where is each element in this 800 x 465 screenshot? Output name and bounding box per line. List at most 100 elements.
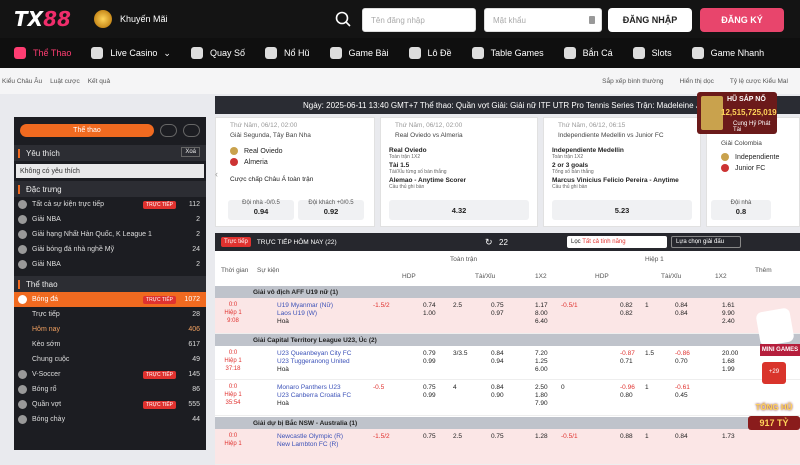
nav-lode[interactable]: Lô Đề <box>399 38 462 68</box>
featured-card[interactable]: Thứ Năm, 06/12, 02:00 Giải Segunda, Tây … <box>215 117 375 227</box>
username-input[interactable]: Tên đăng nhập <box>362 8 476 32</box>
search-icon[interactable] <box>334 10 352 28</box>
brand-logo[interactable]: TX 88 <box>14 7 71 31</box>
odds-cell[interactable]: 1.00 <box>423 310 436 317</box>
odds-cell[interactable]: 4 <box>453 384 457 391</box>
odds-cell[interactable]: 0.84 <box>491 350 504 357</box>
nav-slots-jackpot[interactable]: Nổ Hũ <box>255 38 320 68</box>
league-row[interactable]: Giải Capital Territory League U23, Úc (2… <box>215 334 800 346</box>
sidebar-item[interactable]: Tất cả sự kiện trực tiếp TRỰC TIẾP 112 <box>14 197 206 212</box>
match-row[interactable]: 0:0 Hiệp 1 Newcastle Olympic (R) New Lambto… <box>215 429 800 465</box>
odds-cell[interactable]: 7.20 <box>535 350 548 357</box>
odds-button[interactable]: Đội khách +0/0.5 0.92 <box>298 200 364 220</box>
odds-button[interactable]: Đội nhà 0.8 <box>711 200 771 220</box>
odds-cell[interactable]: 1.28 <box>535 433 548 440</box>
mini-games-widget[interactable]: MINI GAMES +29 TỔNG HŨ 917 TỶ <box>748 298 800 450</box>
odds-cell[interactable]: 0.82 <box>620 310 633 317</box>
sidebar-sport-item[interactable]: Hôm nay 406 <box>14 322 206 337</box>
betslip-icon[interactable] <box>160 124 177 137</box>
odds-cell[interactable]: 2.50 <box>535 384 548 391</box>
odds-cell[interactable]: 7.90 <box>535 400 548 407</box>
odds-cell[interactable]: 0.70 <box>675 358 688 365</box>
nav-slots[interactable]: Slots <box>623 38 682 68</box>
league-filter-select[interactable]: Lọc Tất cả tính năng <box>567 236 667 248</box>
odds-cell[interactable]: 1.61 <box>722 302 735 309</box>
league-row[interactable]: Giải dự bị Bắc NSW - Australia (1) <box>215 417 800 429</box>
odds-cell[interactable]: -0.61 <box>675 384 690 391</box>
sidebar-sport-item[interactable]: Bóng đá TRỰC TIẾP 1072 <box>14 292 206 307</box>
sidebar-sport-item[interactable]: Quần vợt TRỰC TIẾP 555 <box>14 397 206 412</box>
odds-cell[interactable]: 6.00 <box>535 366 548 373</box>
display-select[interactable]: Hiển thị dọc <box>680 78 714 85</box>
odds-cell[interactable]: 0.82 <box>620 302 633 309</box>
rules-link[interactable]: Luật cược <box>50 78 80 85</box>
odds-cell[interactable]: 1.25 <box>535 358 548 365</box>
odds-cell[interactable]: 0.84 <box>675 302 688 309</box>
nav-lottery[interactable]: Quay Số <box>181 38 255 68</box>
nav-quick-games[interactable]: Game Nhanh <box>682 38 775 68</box>
odds-cell[interactable]: -0.87 <box>620 350 635 357</box>
nav-fishing[interactable]: Bắn Cá <box>554 38 623 68</box>
odds-type-link[interactable]: Kiểu Châu Âu <box>2 78 42 85</box>
odds-cell[interactable]: 0.99 <box>423 358 436 365</box>
odds-cell[interactable]: 6.40 <box>535 318 548 325</box>
jackpot-widget[interactable]: HŨ SẮP NỔ 12,515,725,019 Cung Hỷ Phát Tà… <box>697 92 777 134</box>
odds-cell[interactable]: 2.40 <box>722 318 735 325</box>
odds-cell[interactable]: -0.5 <box>373 384 384 391</box>
odds-cell[interactable]: 0.75 <box>423 384 436 391</box>
odds-cell[interactable]: 0.74 <box>423 302 436 309</box>
match-row[interactable]: 0:0 Hiệp 1 35:54 Monaro Panthers U23 U23 Can… <box>215 380 800 416</box>
odds-cell[interactable]: 9.90 <box>722 310 735 317</box>
odds-cell[interactable]: 0.79 <box>423 350 436 357</box>
odds-cell[interactable]: 1 <box>645 384 649 391</box>
odds-cell[interactable]: 0.84 <box>675 310 688 317</box>
sidebar-item[interactable]: Giải hạng Nhất Hàn Quốc, K League 1 2 <box>14 227 206 242</box>
odds-cell[interactable]: 0.84 <box>491 384 504 391</box>
odds-button[interactable]: 4.32 <box>389 200 529 220</box>
odds-cell[interactable]: 8.00 <box>535 310 548 317</box>
odds-cell[interactable]: -1.5/2 <box>373 302 390 309</box>
sidebar-item[interactable]: Giải NBA 2 <box>14 212 206 227</box>
odds-cell[interactable]: 0.99 <box>423 392 436 399</box>
password-input[interactable]: Mật khẩu <box>484 8 602 32</box>
odds-cell[interactable]: 1.73 <box>722 433 735 440</box>
odds-button[interactable]: Đội nhà -0/0.5 0.94 <box>228 200 294 220</box>
odds-cell[interactable]: -0.96 <box>620 384 635 391</box>
odds-cell[interactable]: 1.80 <box>535 392 548 399</box>
nav-sports[interactable]: Thể Thao <box>0 38 81 68</box>
choose-league-button[interactable]: Lựa chọn giải đấu <box>671 236 741 248</box>
odds-cell[interactable]: -0.5/1 <box>561 433 578 440</box>
odds-cell[interactable]: 1 <box>645 302 649 309</box>
sidebar-sport-item[interactable]: V-Soccer TRỰC TIẾP 145 <box>14 367 206 382</box>
odds-cell[interactable]: 0.71 <box>620 358 633 365</box>
odds-cell[interactable]: 1 <box>645 433 649 440</box>
sidebar-item[interactable]: Giải bóng đá nhà nghề Mỹ 24 <box>14 242 206 257</box>
odds-cell[interactable]: 0 <box>561 384 565 391</box>
league-row[interactable]: Giải vô địch AFF U19 nữ (1) <box>215 286 800 298</box>
sort-select[interactable]: Sắp xếp bình thường <box>602 78 663 85</box>
clear-favorites-button[interactable]: Xoá <box>181 147 200 157</box>
odds-cell[interactable]: -0.5/1 <box>561 302 578 309</box>
odds-cell[interactable]: 0.84 <box>675 433 688 440</box>
odds-cell[interactable]: 2.5 <box>453 302 462 309</box>
refresh-icon[interactable]: ↻ <box>485 237 493 248</box>
match-row[interactable]: 0:0 Hiệp 1 9:08 U19 Myanmar (Nữ) Laos U19 (W… <box>215 298 800 334</box>
odds-cell[interactable]: -1.5/2 <box>373 433 390 440</box>
sidebar-sport-item[interactable]: Chung cuộc 49 <box>14 352 206 367</box>
odds-cell[interactable]: 1.17 <box>535 302 548 309</box>
nav-table-games[interactable]: Table Games <box>462 38 554 68</box>
odds-cell[interactable]: 2.5 <box>453 433 462 440</box>
odds-cell[interactable]: -0.86 <box>675 350 690 357</box>
odds-cell[interactable]: 0.97 <box>491 310 504 317</box>
register-button[interactable]: ĐĂNG KÝ <box>700 8 784 32</box>
nav-live-casino[interactable]: Live Casino ⌄ <box>81 38 181 68</box>
match-row[interactable]: 0:0 Hiệp 1 37:18 U23 Queanbeyan City FC U23 … <box>215 346 800 380</box>
results-link[interactable]: Kết quả <box>88 78 110 85</box>
sidebar-sport-item[interactable]: Kèo sớm 617 <box>14 337 206 352</box>
odds-cell[interactable]: 0.80 <box>620 392 633 399</box>
odds-cell[interactable]: 1.68 <box>722 358 735 365</box>
odds-cell[interactable]: 1.5 <box>645 350 654 357</box>
sidebar-sport-item[interactable]: Bóng chày 44 <box>14 412 206 427</box>
sidebar-sport-item[interactable]: Bóng rổ 86 <box>14 382 206 397</box>
sports-tab-button[interactable]: Thể thao <box>20 124 154 137</box>
